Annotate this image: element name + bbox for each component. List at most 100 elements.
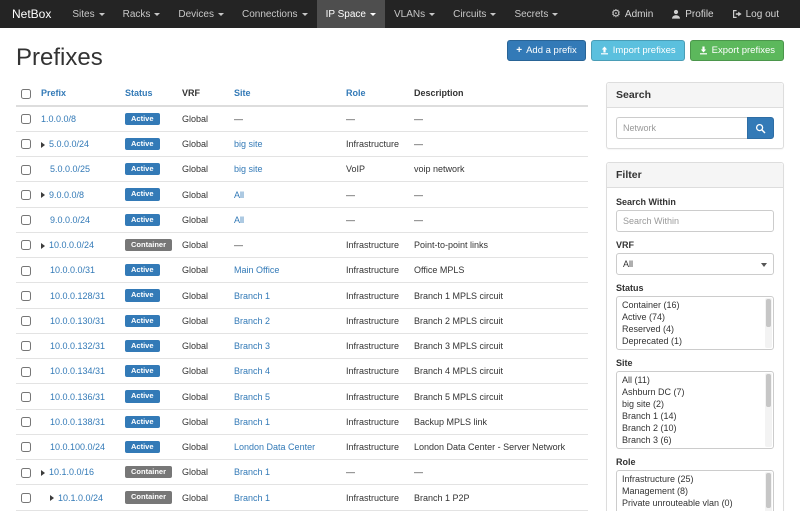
nav-item-admin[interactable]: ⚙Admin bbox=[602, 0, 662, 28]
search-button[interactable] bbox=[747, 117, 774, 139]
row-checkbox[interactable] bbox=[21, 165, 31, 175]
column-header-role-link[interactable]: Role bbox=[346, 88, 366, 98]
listbox-option[interactable]: Private unrouteable vlan (0) bbox=[617, 497, 773, 509]
role-listbox[interactable]: Infrastructure (25)Management (8)Private… bbox=[616, 470, 774, 511]
listbox-option[interactable]: Branch 4 (12) bbox=[617, 446, 773, 449]
row-checkbox[interactable] bbox=[21, 114, 31, 124]
column-header-prefix-link[interactable]: Prefix bbox=[41, 88, 66, 98]
row-checkbox[interactable] bbox=[21, 341, 31, 351]
nav-item-racks[interactable]: Racks bbox=[114, 0, 170, 28]
prefix-link[interactable]: 10.0.100.0/24 bbox=[50, 442, 105, 452]
site-link[interactable]: All bbox=[234, 190, 244, 200]
site-link[interactable]: big site bbox=[234, 164, 263, 174]
nav-item-vlans[interactable]: VLANs bbox=[385, 0, 444, 28]
site-link[interactable]: Branch 1 bbox=[234, 417, 270, 427]
row-checkbox[interactable] bbox=[21, 215, 31, 225]
site-link[interactable]: All bbox=[234, 215, 244, 225]
prefix-link[interactable]: 10.0.0.132/31 bbox=[50, 341, 105, 351]
row-checkbox[interactable] bbox=[21, 392, 31, 402]
expand-arrow-icon[interactable] bbox=[41, 243, 45, 249]
export-prefixes-button[interactable]: Export prefixes bbox=[690, 40, 784, 61]
nav-item-sites[interactable]: Sites bbox=[63, 0, 113, 28]
listbox-option[interactable]: Reserved (4) bbox=[617, 323, 773, 335]
nav-item-profile[interactable]: Profile bbox=[662, 0, 722, 28]
listbox-option[interactable]: Branch 1 (14) bbox=[617, 410, 773, 422]
prefix-link[interactable]: 10.0.0.0/24 bbox=[49, 240, 94, 250]
add-a-prefix-button[interactable]: +Add a prefix bbox=[507, 40, 586, 61]
site-listbox[interactable]: All (11)Ashburn DC (7)big site (2)Branch… bbox=[616, 371, 774, 449]
row-checkbox[interactable] bbox=[21, 190, 31, 200]
search-input[interactable] bbox=[616, 117, 747, 139]
expand-arrow-icon[interactable] bbox=[41, 142, 45, 148]
listbox-option[interactable]: Ashburn DC (7) bbox=[617, 386, 773, 398]
site-link[interactable]: Main Office bbox=[234, 265, 279, 275]
column-header-description: Description bbox=[409, 82, 588, 106]
row-checkbox[interactable] bbox=[21, 316, 31, 326]
prefix-link[interactable]: 10.1.0.0/16 bbox=[49, 467, 94, 477]
search-within-input[interactable] bbox=[616, 210, 774, 232]
prefix-link[interactable]: 10.1.0.0/24 bbox=[58, 493, 103, 503]
listbox-option[interactable]: Active (74) bbox=[617, 311, 773, 323]
scrollbar-thumb[interactable] bbox=[766, 473, 771, 508]
row-checkbox[interactable] bbox=[21, 468, 31, 478]
column-header-site-link[interactable]: Site bbox=[234, 88, 251, 98]
nav-item-connections[interactable]: Connections bbox=[233, 0, 317, 28]
prefix-link[interactable]: 9.0.0.0/8 bbox=[49, 190, 84, 200]
row-checkbox[interactable] bbox=[21, 417, 31, 427]
row-checkbox[interactable] bbox=[21, 240, 31, 250]
nav-item-devices[interactable]: Devices bbox=[169, 0, 233, 28]
site-link[interactable]: Branch 5 bbox=[234, 392, 270, 402]
vrf-select[interactable]: All bbox=[616, 253, 774, 275]
expand-arrow-icon[interactable] bbox=[41, 470, 45, 476]
row-checkbox[interactable] bbox=[21, 291, 31, 301]
nav-item-log-out[interactable]: Log out bbox=[723, 0, 788, 28]
listbox-option[interactable]: big site (2) bbox=[617, 398, 773, 410]
row-checkbox[interactable] bbox=[21, 442, 31, 452]
listbox-option[interactable]: Infrastructure (25) bbox=[617, 473, 773, 485]
prefix-link[interactable]: 9.0.0.0/24 bbox=[50, 215, 90, 225]
prefix-table-body: 1.0.0.0/8ActiveGlobal———5.0.0.0/24Active… bbox=[16, 106, 588, 511]
nav-item-secrets[interactable]: Secrets bbox=[505, 0, 567, 28]
scrollbar-thumb[interactable] bbox=[766, 374, 771, 407]
site-link[interactable]: Branch 2 bbox=[234, 316, 270, 326]
listbox-option[interactable]: Branch 3 (6) bbox=[617, 434, 773, 446]
site-link[interactable]: Branch 4 bbox=[234, 366, 270, 376]
prefix-link[interactable]: 10.0.0.134/31 bbox=[50, 366, 105, 376]
select-all-checkbox[interactable] bbox=[21, 89, 31, 99]
prefix-link[interactable]: 5.0.0.0/24 bbox=[49, 139, 89, 149]
listbox-option[interactable]: All (11) bbox=[617, 374, 773, 386]
status-listbox[interactable]: Container (16)Active (74)Reserved (4)Dep… bbox=[616, 296, 774, 350]
site-link[interactable]: big site bbox=[234, 139, 263, 149]
import-prefixes-button[interactable]: Import prefixes bbox=[591, 40, 685, 61]
listbox-option[interactable]: Deprecated (1) bbox=[617, 335, 773, 347]
prefix-link[interactable]: 10.0.0.0/31 bbox=[50, 265, 95, 275]
status-cell: Active bbox=[120, 308, 177, 333]
expand-arrow-icon[interactable] bbox=[50, 495, 54, 501]
user-icon bbox=[671, 9, 681, 19]
nav-item-circuits[interactable]: Circuits bbox=[444, 0, 505, 28]
site-link[interactable]: Branch 1 bbox=[234, 467, 270, 477]
expand-arrow-icon[interactable] bbox=[41, 192, 45, 198]
brand-link[interactable]: NetBox bbox=[12, 0, 51, 28]
listbox-option[interactable]: Branch 2 (10) bbox=[617, 422, 773, 434]
prefix-link[interactable]: 10.0.0.130/31 bbox=[50, 316, 105, 326]
site-link[interactable]: Branch 3 bbox=[234, 341, 270, 351]
prefix-link[interactable]: 10.0.0.138/31 bbox=[50, 417, 105, 427]
row-checkbox[interactable] bbox=[21, 139, 31, 149]
site-link[interactable]: Branch 1 bbox=[234, 493, 270, 503]
listbox-option[interactable]: Container (16) bbox=[617, 299, 773, 311]
row-checkbox[interactable] bbox=[21, 367, 31, 377]
nav-item-ip-space[interactable]: IP Space bbox=[317, 0, 385, 28]
prefix-link[interactable]: 5.0.0.0/25 bbox=[50, 164, 90, 174]
row-checkbox[interactable] bbox=[21, 266, 31, 276]
prefix-link[interactable]: 10.0.0.128/31 bbox=[50, 291, 105, 301]
prefix-link[interactable]: 10.0.0.136/31 bbox=[50, 392, 105, 402]
scrollbar-thumb[interactable] bbox=[766, 299, 771, 327]
row-checkbox[interactable] bbox=[21, 493, 31, 503]
site-link[interactable]: Branch 1 bbox=[234, 291, 270, 301]
prefix-link[interactable]: 1.0.0.0/8 bbox=[41, 114, 76, 124]
site-link[interactable]: London Data Center bbox=[234, 442, 315, 452]
column-header-status-link[interactable]: Status bbox=[125, 88, 153, 98]
listbox-option[interactable]: Management (8) bbox=[617, 485, 773, 497]
download-icon bbox=[699, 46, 708, 55]
